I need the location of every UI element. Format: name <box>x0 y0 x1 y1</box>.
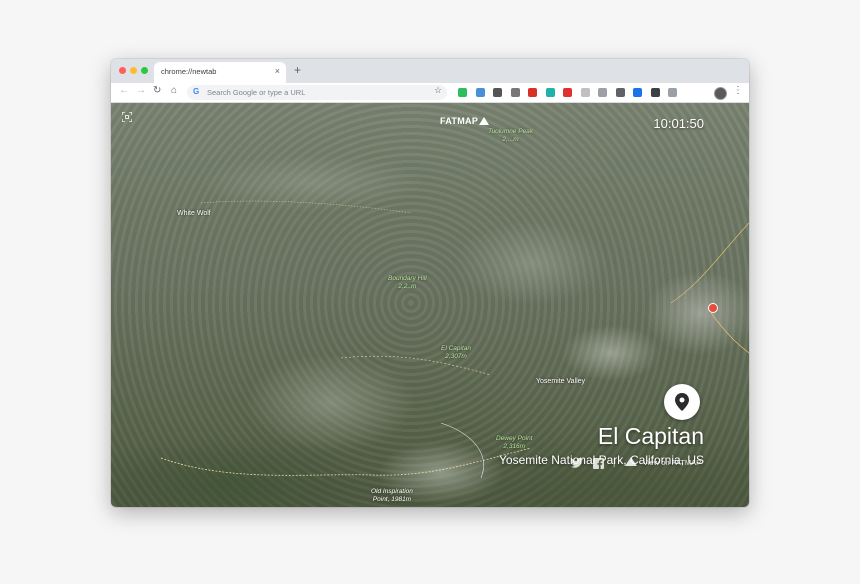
ext-a-icon[interactable] <box>668 88 677 97</box>
omnibox-placeholder: Search Google or type a URL <box>207 88 306 97</box>
label-old-inspiration-point: Old Inspiration Point, 1981m <box>371 488 413 504</box>
label-name: Tuolumne Peak <box>488 128 534 135</box>
new-tab-button[interactable]: + <box>294 63 301 77</box>
facebook-icon[interactable] <box>593 458 604 469</box>
menu-icon[interactable]: ⋮ <box>733 85 743 96</box>
ext-grey-icon[interactable] <box>580 88 590 97</box>
minimize-window-button[interactable] <box>130 67 137 74</box>
label-elev: 2,316m <box>503 443 526 450</box>
shield-icon[interactable] <box>598 88 607 97</box>
twitter-icon[interactable] <box>571 458 583 468</box>
location-pin-button[interactable] <box>664 384 700 420</box>
label-elev: Point, 1981m <box>372 496 412 503</box>
browser-window: chrome://newtab × + ← → ↻ ⌂ G Search Goo… <box>111 59 749 507</box>
view-on-fatmap-link[interactable]: View on FATMAP <box>625 457 701 467</box>
label-elev: 2,307m <box>445 353 467 360</box>
label-name: Boundary Hill <box>388 275 427 282</box>
fatmap-logo[interactable]: FATMAP <box>440 116 490 126</box>
label-name: Old Inspiration <box>371 488 413 495</box>
social-divider: | <box>613 457 616 467</box>
address-bar[interactable]: G Search Google or type a URL <box>187 85 447 100</box>
ext-red-icon[interactable] <box>528 88 537 97</box>
logo-text: FATMAP <box>440 116 479 126</box>
toolbar: ← → ↻ ⌂ G Search Google or type a URL ☆ … <box>111 83 749 103</box>
ext-dark-icon[interactable] <box>615 88 625 97</box>
label-el-capitan: El Capitan 2,307m <box>441 345 471 361</box>
logo-mountain-icon <box>479 117 490 125</box>
pocket-icon[interactable] <box>493 88 502 97</box>
maximize-window-button[interactable] <box>141 67 148 74</box>
tab-newtab[interactable]: chrome://newtab × <box>154 62 286 83</box>
fullscreen-icon[interactable] <box>122 112 132 122</box>
evernote-icon[interactable] <box>458 88 467 97</box>
adblock-icon[interactable] <box>563 88 572 97</box>
camera-icon[interactable] <box>510 88 520 97</box>
location-pin-icon <box>675 393 689 411</box>
label-elev: 2,2..m <box>398 283 417 290</box>
label-name: El Capitan <box>441 345 471 352</box>
reload-button[interactable]: ↻ <box>153 85 161 96</box>
label-elev: 2,...m <box>502 136 519 143</box>
back-button[interactable]: ← <box>119 85 129 96</box>
profile-avatar[interactable] <box>714 87 727 100</box>
fatmap-mountain-icon <box>625 457 637 466</box>
tab-close-icon[interactable]: × <box>275 66 280 76</box>
tab-title: chrome://newtab <box>161 67 217 76</box>
view-link-label: View on FATMAP <box>643 458 702 467</box>
place-title: El Capitan <box>597 423 704 449</box>
checkmark-icon[interactable] <box>650 88 660 97</box>
clock: 10:01:50 <box>653 116 704 131</box>
label-boundary-hill: Boundary Hill 2,2..m <box>388 275 427 291</box>
ext-blue2-icon[interactable] <box>633 88 642 97</box>
google-icon: G <box>193 87 200 96</box>
tab-bar: chrome://newtab × + <box>111 59 749 83</box>
poi-marker-icon[interactable] <box>708 303 718 313</box>
close-window-button[interactable] <box>119 67 126 74</box>
home-button[interactable]: ⌂ <box>171 85 177 96</box>
forward-button[interactable]: → <box>136 85 146 96</box>
ext-teal-icon[interactable] <box>545 88 555 97</box>
map-viewport[interactable]: FATMAP 10:01:50 Tuolumne Peak 2,...m Boun… <box>111 103 749 507</box>
label-name: Dewey Point <box>496 435 533 442</box>
ext-blue-icon[interactable] <box>475 88 485 97</box>
bookmark-star-icon[interactable]: ☆ <box>434 85 442 96</box>
place-yosemite-valley: Yosemite Valley <box>536 378 586 385</box>
label-tuolumne-peak: Tuolumne Peak 2,...m <box>488 128 533 144</box>
label-dewey-point: Dewey Point 2,316m <box>496 435 533 451</box>
place-white-wolf: White Wolf <box>177 210 211 217</box>
